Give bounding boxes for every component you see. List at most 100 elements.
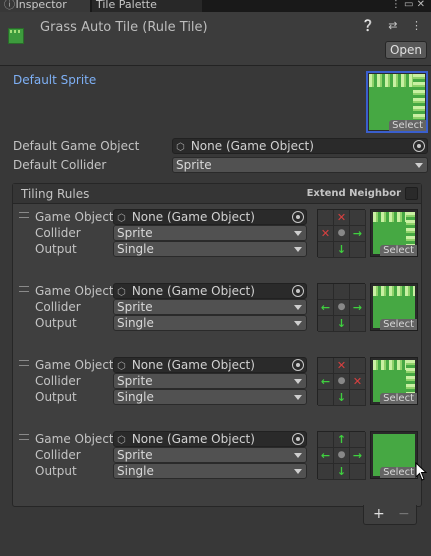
default-sprite-select-button[interactable]: Select — [389, 120, 426, 131]
neighbor-grid: ✕ ← ● ✕ ↓ — [317, 357, 366, 406]
asset-title: Grass Auto Tile (Rule Tile) — [40, 20, 208, 35]
drag-handle-icon[interactable] — [19, 360, 29, 366]
neighbor-cell-nw[interactable] — [318, 210, 334, 226]
drag-handle-icon[interactable] — [19, 286, 29, 292]
rule-game-object-field[interactable]: ⬡ None (Game Object) — [113, 357, 307, 373]
object-picker-icon[interactable] — [413, 140, 425, 152]
neighbor-cell-ne[interactable] — [350, 284, 366, 300]
neighbor-cell-sw[interactable] — [318, 464, 334, 480]
rule-sprite-field[interactable]: Select — [370, 431, 418, 479]
chevron-down-icon — [294, 469, 302, 474]
rule-output-dropdown[interactable]: Single — [113, 315, 307, 331]
rule-collider-dropdown[interactable]: Sprite — [113, 225, 307, 241]
tiling-rule: Game Object ⬡ None (Game Object) Collide… — [13, 281, 421, 345]
object-picker-icon[interactable] — [292, 285, 304, 297]
neighbor-center-icon[interactable]: ● — [334, 226, 350, 242]
rule-game-object-field[interactable]: ⬡ None (Game Object) — [113, 283, 307, 299]
tiling-rules-header: Tiling Rules Extend Neighbor — [13, 184, 421, 204]
neighbor-not-this-icon[interactable]: ✕ — [350, 374, 366, 390]
neighbor-cell-sw[interactable] — [318, 242, 334, 258]
neighbor-not-this-icon[interactable]: ✕ — [334, 210, 350, 226]
game-object-label: Game Object — [35, 432, 114, 446]
rules-list-footer: + − — [363, 505, 417, 525]
neighbor-cell-nw[interactable] — [318, 358, 334, 374]
rule-output-dropdown[interactable]: Single — [113, 241, 307, 257]
collider-label: Collider — [35, 300, 81, 314]
rule-sprite-field[interactable]: Select — [370, 209, 418, 257]
game-object-label: Game Object — [35, 210, 114, 224]
rule-sprite-select-button[interactable]: Select — [380, 467, 417, 478]
neighbor-arrow-icon[interactable]: ↓ — [334, 242, 350, 258]
default-sprite-label: Default Sprite — [13, 73, 97, 87]
header-action-icons[interactable]: ❔ ⇄ ⋮ — [361, 19, 427, 32]
tiling-rules-panel: Tiling Rules Extend Neighbor Game Object… — [12, 183, 422, 507]
neighbor-arrow-icon[interactable]: ↓ — [334, 390, 350, 406]
neighbor-grid: ← ● → ↓ — [317, 283, 366, 332]
rule-sprite-select-button[interactable]: Select — [380, 245, 417, 256]
rule-game-object-field[interactable]: ⬡ None (Game Object) — [113, 431, 307, 447]
remove-rule-button[interactable]: − — [398, 505, 410, 523]
neighbor-arrow-icon[interactable]: → — [350, 226, 366, 242]
rule-collider-dropdown[interactable]: Sprite — [113, 299, 307, 315]
neighbor-center-icon[interactable]: ● — [334, 448, 350, 464]
neighbor-cell-se[interactable] — [350, 390, 366, 406]
tab-tile-palette[interactable]: Tile Palette — [92, 0, 202, 12]
neighbor-center-icon[interactable]: ● — [334, 300, 350, 316]
neighbor-cell-nw[interactable] — [318, 432, 334, 448]
rule-sprite-select-button[interactable]: Select — [380, 393, 417, 404]
rule-collider-dropdown[interactable]: Sprite — [113, 447, 307, 463]
neighbor-arrow-icon[interactable]: ↓ — [334, 464, 350, 480]
object-picker-icon[interactable] — [292, 433, 304, 445]
neighbor-cell-ne[interactable] — [350, 358, 366, 374]
default-collider-dropdown[interactable]: Sprite — [172, 157, 428, 173]
inspector-header: Grass Auto Tile (Rule Tile) ❔ ⇄ ⋮ Open — [0, 12, 431, 66]
neighbor-cell-sw[interactable] — [318, 316, 334, 332]
neighbor-arrow-icon[interactable]: ← — [318, 374, 334, 390]
drag-handle-icon[interactable] — [19, 434, 29, 440]
neighbor-cell-nw[interactable] — [318, 284, 334, 300]
neighbor-cell-ne[interactable] — [350, 432, 366, 448]
object-picker-icon[interactable] — [292, 359, 304, 371]
neighbor-cell-se[interactable] — [350, 316, 366, 332]
neighbor-arrow-icon[interactable]: → — [350, 448, 366, 464]
neighbor-not-this-icon[interactable]: ✕ — [318, 226, 334, 242]
add-rule-button[interactable]: + — [373, 505, 385, 523]
neighbor-arrow-icon[interactable]: → — [350, 300, 366, 316]
rule-output-value: Single — [117, 390, 154, 404]
neighbor-arrow-icon[interactable]: ← — [318, 448, 334, 464]
cube-icon: ⬡ — [117, 361, 126, 372]
open-button[interactable]: Open — [385, 41, 427, 59]
default-sprite-field[interactable]: Select — [366, 71, 428, 133]
neighbor-arrow-icon[interactable]: ← — [318, 300, 334, 316]
default-game-object-field[interactable]: ⬡ None (Game Object) — [172, 138, 428, 154]
drag-handle-icon[interactable] — [19, 212, 29, 218]
neighbor-center-icon[interactable]: ● — [334, 374, 350, 390]
extend-neighbor-checkbox[interactable] — [405, 187, 418, 200]
output-label: Output — [35, 316, 77, 330]
neighbor-grid: ✕ ✕ ● → ↓ — [317, 209, 366, 258]
tab-inspector[interactable]: ⓘ Inspector — [0, 0, 90, 12]
cube-icon: ⬡ — [117, 287, 126, 298]
rule-output-dropdown[interactable]: Single — [113, 463, 307, 479]
tiling-rule: Game Object ⬡ None (Game Object) Collide… — [13, 207, 421, 271]
neighbor-cell-se[interactable] — [350, 242, 366, 258]
object-picker-icon[interactable] — [292, 211, 304, 223]
neighbor-cell-sw[interactable] — [318, 390, 334, 406]
neighbor-not-this-icon[interactable]: ✕ — [334, 358, 350, 374]
output-label: Output — [35, 390, 77, 404]
output-label: Output — [35, 464, 77, 478]
neighbor-cell-ne[interactable] — [350, 210, 366, 226]
neighbor-arrow-icon[interactable]: ↓ — [334, 316, 350, 332]
neighbor-cell-se[interactable] — [350, 464, 366, 480]
tab-menu-icons[interactable]: ⋮ ▭ ✕ — [391, 0, 425, 10]
rule-sprite-field[interactable]: Select — [370, 357, 418, 405]
rule-game-object-field[interactable]: ⬡ None (Game Object) — [113, 209, 307, 225]
rule-sprite-field[interactable]: Select — [370, 283, 418, 331]
tiling-rule: Game Object ⬡ None (Game Object) Collide… — [13, 429, 421, 493]
rule-output-dropdown[interactable]: Single — [113, 389, 307, 405]
neighbor-cell-n[interactable] — [334, 284, 350, 300]
rule-collider-dropdown[interactable]: Sprite — [113, 373, 307, 389]
neighbor-arrow-icon[interactable]: ↑ — [334, 432, 350, 448]
info-icon: ⓘ — [4, 0, 15, 11]
rule-sprite-select-button[interactable]: Select — [380, 319, 417, 330]
